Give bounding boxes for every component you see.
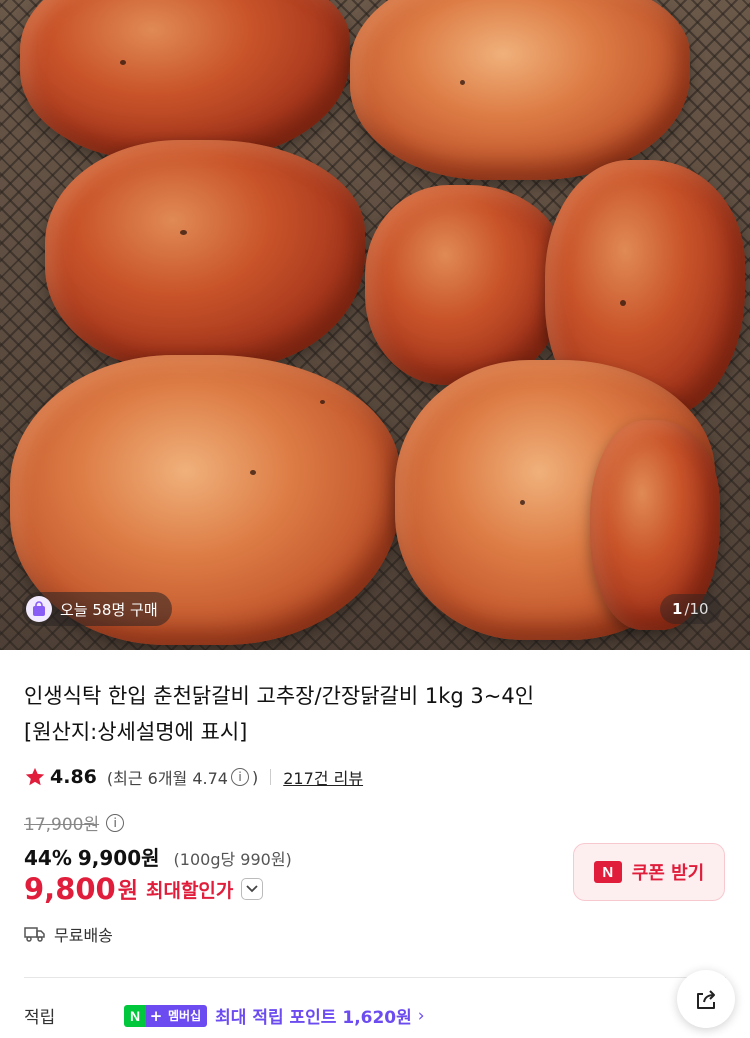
image-pager: 1 /10: [660, 594, 721, 624]
coupon-label: 쿠폰 받기: [631, 863, 705, 884]
sale-price-row: 44% 9,900원 (100g당 990원): [24, 842, 292, 871]
chevron-right-icon: ›: [417, 1005, 425, 1026]
pepper-speck: [120, 60, 126, 65]
star-icon: [25, 767, 45, 786]
bag-icon: [26, 596, 52, 622]
pager-current: 1: [672, 600, 683, 618]
today-purchases-badge: 오늘 58명 구매: [22, 592, 172, 626]
final-price-currency: 원: [117, 879, 138, 904]
final-price: 9,800: [24, 872, 116, 906]
unit-price: (100g당 990원): [173, 850, 292, 869]
sale-price: 9,900원: [77, 846, 160, 870]
plus-icon: +: [146, 1004, 166, 1027]
points-label: 적립: [24, 1008, 56, 1028]
product-title-line1: 인생식탁 한입 춘천닭갈비 고추장/간장닭갈비 1kg 3~4인: [24, 684, 535, 708]
chicken-piece: [365, 185, 565, 385]
final-price-row[interactable]: 9,800 원 최대할인가: [24, 872, 264, 906]
product-image[interactable]: 오늘 58명 구매 1 /10: [0, 0, 750, 650]
pager-total: /10: [684, 600, 709, 618]
coupon-button[interactable]: N 쿠폰 받기: [573, 843, 725, 901]
original-price-row: 17,900원 i: [24, 810, 127, 835]
chicken-piece: [350, 0, 690, 180]
rating-row: 4.86 (최근 6개월 4.74 i ) 217건 리뷰: [24, 764, 363, 790]
info-icon[interactable]: i: [231, 768, 249, 786]
pepper-speck: [320, 400, 325, 404]
naver-n-icon: N: [124, 1004, 146, 1027]
product-title: 인생식탁 한입 춘천닭갈비 고추장/간장닭갈비 1kg 3~4인 [원산지:상세…: [24, 678, 724, 750]
chevron-down-icon[interactable]: [241, 878, 264, 900]
info-icon[interactable]: i: [106, 813, 125, 832]
rating-value: 4.86: [50, 766, 97, 788]
divider: [270, 769, 272, 785]
reviews-link[interactable]: 217건 리뷰: [283, 765, 363, 789]
pepper-speck: [250, 470, 256, 475]
shipping-label: 무료배송: [54, 926, 113, 945]
pepper-speck: [180, 230, 187, 235]
product-title-line2: [원산지:상세설명에 표시]: [24, 720, 248, 744]
chicken-piece: [45, 140, 365, 370]
final-price-label: 최대할인가: [145, 879, 234, 902]
max-points-text: 최대 적립 포인트 1,620원: [215, 1008, 412, 1028]
today-purchases-text: 오늘 58명 구매: [60, 600, 158, 619]
pepper-speck: [520, 500, 525, 505]
original-price: 17,900원: [24, 815, 100, 835]
pepper-speck: [620, 300, 626, 306]
membership-label: 멤버십: [166, 1004, 208, 1027]
section-divider: [24, 977, 726, 978]
naver-logo-icon: N: [593, 861, 622, 883]
shipping-row: 무료배송: [24, 922, 113, 946]
truck-icon: [24, 927, 45, 942]
points-row[interactable]: 적립 N + 멤버십 최대 적립 포인트 1,620원 ›: [24, 1003, 724, 1028]
share-icon: [697, 990, 715, 1009]
recent-rating-close: ): [252, 767, 259, 787]
pepper-speck: [460, 80, 465, 85]
chicken-piece: [20, 0, 350, 160]
share-button[interactable]: [677, 970, 735, 1028]
recent-rating-text: (최근 6개월 4.74: [106, 769, 228, 788]
discount-percent: 44%: [24, 846, 72, 870]
naver-plus-membership-badge: N + 멤버십: [124, 1004, 208, 1027]
